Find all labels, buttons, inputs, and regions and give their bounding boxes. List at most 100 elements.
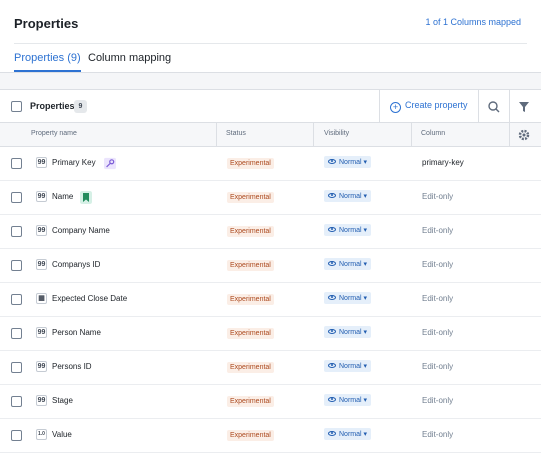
search-button[interactable]: [482, 96, 506, 118]
property-name: Expected Close Date: [52, 294, 128, 303]
visibility-dropdown[interactable]: Normal ▾: [324, 258, 372, 270]
toolbar-divider: [379, 90, 380, 122]
tab-properties[interactable]: Properties (9): [14, 52, 81, 72]
column-value: Edit-only: [422, 192, 454, 201]
visibility-dropdown[interactable]: Normal ▾: [324, 428, 372, 440]
status-badge: Experimental: [227, 362, 274, 373]
date-type-icon: ▦: [36, 293, 47, 304]
visibility-dropdown[interactable]: Normal ▾: [324, 156, 372, 168]
visibility-label: Normal: [339, 431, 362, 438]
row-checkbox[interactable]: [11, 294, 22, 305]
column-value: Edit-only: [422, 328, 454, 337]
column-value: primary-key: [422, 158, 464, 167]
table-row[interactable]: ▦ Expected Close Date Experimental Norma…: [0, 283, 541, 317]
visibility-dropdown[interactable]: Normal ▾: [324, 224, 372, 236]
column-settings-button[interactable]: [514, 127, 534, 143]
toolbar-divider: [509, 90, 510, 122]
visibility-label: Normal: [339, 329, 362, 336]
property-name: Stage: [52, 396, 73, 405]
property-name: Person Name: [52, 328, 101, 337]
string-type-icon: 99: [36, 361, 47, 372]
column-value: Edit-only: [422, 260, 454, 269]
row-checkbox[interactable]: [11, 226, 22, 237]
visibility-label: Normal: [339, 193, 362, 200]
property-name: Company Name: [52, 226, 110, 235]
properties-header: Properties 1 of 1 Columns mapped Propert…: [0, 0, 541, 73]
key-icon: [104, 157, 116, 170]
table-row[interactable]: 99 Company Name Experimental Normal ▾ Ed…: [0, 215, 541, 249]
row-checkbox[interactable]: [11, 362, 22, 373]
create-property-button[interactable]: + Create property: [390, 100, 468, 113]
properties-table: Properties 9 + Create property Property n…: [0, 89, 541, 460]
header-divider: [14, 43, 527, 44]
column-divider[interactable]: [216, 123, 217, 147]
header-visibility[interactable]: Visibility: [324, 130, 349, 137]
status-badge: Experimental: [227, 192, 274, 203]
page-title: Properties: [14, 16, 79, 31]
visibility-dropdown[interactable]: Normal ▾: [324, 394, 372, 406]
eye-icon: [328, 261, 336, 266]
property-count-badge: 9: [74, 100, 87, 113]
column-divider[interactable]: [411, 123, 412, 147]
eye-icon: [328, 193, 336, 198]
string-type-icon: 99: [36, 157, 47, 168]
select-all-checkbox[interactable]: [11, 101, 22, 112]
tab-column-mapping[interactable]: Column mapping: [88, 52, 171, 64]
string-type-icon: 99: [36, 259, 47, 270]
plus-circle-icon: +: [390, 102, 401, 113]
row-checkbox[interactable]: [11, 260, 22, 271]
eye-icon: [328, 329, 336, 334]
visibility-dropdown[interactable]: Normal ▾: [324, 190, 372, 202]
visibility-label: Normal: [339, 227, 362, 234]
column-value: Edit-only: [422, 226, 454, 235]
filter-button[interactable]: [512, 96, 536, 118]
visibility-dropdown[interactable]: Normal ▾: [324, 326, 372, 338]
row-checkbox[interactable]: [11, 158, 22, 169]
column-value: Edit-only: [422, 362, 454, 371]
eye-icon: [328, 397, 336, 402]
column-value: Edit-only: [422, 294, 454, 303]
string-type-icon: 99: [36, 395, 47, 406]
search-icon: [488, 101, 500, 113]
row-checkbox[interactable]: [11, 396, 22, 407]
visibility-label: Normal: [339, 363, 362, 370]
table-row[interactable]: 1.0 Value Experimental Normal ▾ Edit-onl…: [0, 419, 541, 453]
table-toolbar: Properties 9 + Create property: [0, 90, 541, 123]
visibility-label: Normal: [339, 261, 362, 268]
toolbar-divider: [478, 90, 479, 122]
row-checkbox[interactable]: [11, 328, 22, 339]
column-divider[interactable]: [313, 123, 314, 147]
column-divider[interactable]: [509, 123, 510, 147]
columns-mapped-link[interactable]: 1 of 1 Columns mapped: [425, 17, 521, 27]
table-row[interactable]: 99 Companys ID Experimental Normal ▾ Edi…: [0, 249, 541, 283]
visibility-label: Normal: [339, 397, 362, 404]
table-row[interactable]: 99 Stage Experimental Normal ▾ Edit-only: [0, 385, 541, 419]
filter-icon: [519, 102, 529, 112]
eye-icon: [328, 227, 336, 232]
property-name: Name: [52, 192, 74, 201]
visibility-dropdown[interactable]: Normal ▾: [324, 292, 372, 304]
bookmark-icon: [80, 191, 92, 204]
visibility-label: Normal: [339, 295, 362, 302]
table-row[interactable]: 99 Name Experimental Normal ▾ Edit-only: [0, 181, 541, 215]
header-status[interactable]: Status: [226, 130, 246, 137]
string-type-icon: 99: [36, 225, 47, 236]
table-row[interactable]: 99 Persons ID Experimental Normal ▾ Edit…: [0, 351, 541, 385]
header-property-name[interactable]: Property name: [31, 130, 77, 137]
eye-icon: [328, 159, 336, 164]
table-row[interactable]: 99 Person Name Experimental Normal ▾ Edi…: [0, 317, 541, 351]
create-property-label: Create property: [405, 100, 468, 110]
table-row[interactable]: 99 Primary Key Experimental Normal ▾ pri…: [0, 147, 541, 181]
property-name: Persons ID: [52, 362, 92, 371]
status-badge: Experimental: [227, 396, 274, 407]
header-column[interactable]: Column: [421, 130, 445, 137]
string-type-icon: 99: [36, 327, 47, 338]
row-checkbox[interactable]: [11, 430, 22, 441]
row-checkbox[interactable]: [11, 192, 22, 203]
property-name: Primary Key: [52, 158, 96, 167]
eye-icon: [328, 363, 336, 368]
status-badge: Experimental: [227, 430, 274, 441]
column-value: Edit-only: [422, 430, 454, 439]
toolbar-label: Properties: [30, 101, 75, 111]
visibility-dropdown[interactable]: Normal ▾: [324, 360, 372, 372]
